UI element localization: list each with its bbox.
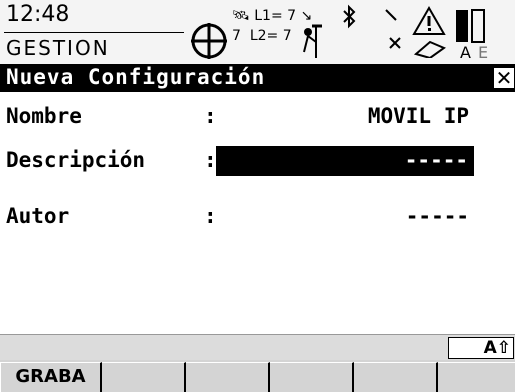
field-row-descripcion: Descripción : -----: [0, 146, 515, 180]
author-input[interactable]: -----: [406, 204, 469, 228]
softkey-graba[interactable]: GRABA: [0, 362, 102, 392]
battery-label-e: E: [478, 43, 488, 60]
field-label-autor: Autor: [6, 204, 70, 228]
close-icon[interactable]: ✕: [494, 68, 514, 88]
field-colon: :: [204, 104, 217, 128]
input-bar: A⇧: [0, 334, 515, 361]
softkey-3[interactable]: [186, 362, 270, 392]
battery-label-a: A: [460, 43, 471, 60]
satellite-icon: 🛰: [232, 8, 250, 24]
softkey-bar: GRABA: [0, 360, 515, 392]
field-row-nombre: Nombre : MOVIL IP: [0, 102, 515, 136]
radio-link-icon: [385, 9, 401, 49]
description-input-value: -----: [404, 148, 468, 172]
battery-icon: A E: [456, 9, 488, 60]
mode-label: GESTION: [6, 36, 110, 60]
sat-count: 7: [232, 28, 241, 44]
field-label-nombre: Nombre: [6, 104, 82, 128]
bluetooth-icon: [343, 4, 356, 29]
field-value-nombre: MOVIL IP: [367, 104, 469, 128]
softkey-6[interactable]: [438, 362, 515, 392]
softkey-4[interactable]: [270, 362, 354, 392]
softkey-5[interactable]: [354, 362, 438, 392]
rover-antenna-icon: [303, 24, 322, 58]
softkey-2[interactable]: [102, 362, 186, 392]
status-bar: 12:48 GESTION 🛰 L1= 7 ↘ 7 L2= 7 A E: [0, 0, 515, 65]
field-colon: :: [204, 148, 217, 172]
clock-divider: [4, 32, 184, 33]
l2-count: L2= 7: [249, 28, 292, 44]
field-label-descripcion: Descripción: [6, 148, 146, 172]
description-input[interactable]: -----: [216, 146, 474, 176]
page-title: Nueva Configuración: [6, 65, 266, 89]
field-colon: :: [204, 204, 217, 228]
title-bar: Nueva Configuración ✕: [0, 64, 515, 92]
clock: 12:48: [6, 2, 70, 27]
input-mode-indicator: A⇧: [448, 337, 514, 359]
crosshair-position-icon: [191, 23, 227, 59]
warning-icon: [412, 5, 446, 58]
l1-count: L1= 7: [254, 8, 297, 24]
field-row-autor: Autor : -----: [0, 202, 515, 236]
